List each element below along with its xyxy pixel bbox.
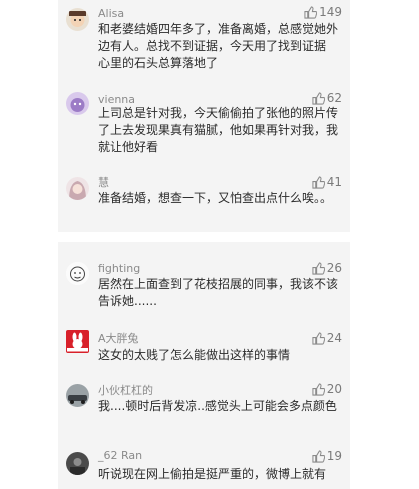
comment-username[interactable]: 慧 [98,174,109,190]
like-count: 26 [326,261,342,275]
like-button[interactable]: 19 [312,449,342,463]
comment-username[interactable]: 小伙杠杠的 [98,382,153,398]
like-count: 62 [326,91,342,105]
like-button[interactable]: 20 [312,382,342,396]
comment-item: 小伙杠杠的 20 我....顿时后背发凉..感觉头上可能会多点颜色 [58,378,350,433]
like-count: 20 [326,382,342,396]
comment-item: fighting 26 居然在上面查到了花枝招展的同事，我该不该告诉她.....… [58,258,350,308]
comment-text: 这女的太贱了怎么能做出这样的事情 [98,348,291,362]
comment-text: 准备结婚，想查一下，又怕查出点什么唉。。 [98,191,333,205]
comment-text: 我....顿时后背发凉..感觉头上可能会多点颜色 [98,399,337,413]
comment-username[interactable]: _62 Ran [98,449,142,462]
like-count: 24 [326,331,342,345]
like-button[interactable]: 26 [312,261,342,275]
comment-text: 上司总是针对我，今天偷偷拍了张他的照片传了上去发现果真有猫腻，他如果再针对我，我… [98,106,339,154]
like-count: 19 [326,449,342,463]
comment-item: 慧 41 准备结婚，想查一下，又怕查出点什么唉。。 [58,168,350,228]
sketch-face-avatar-icon[interactable] [66,262,89,285]
thumb-up-icon [312,175,325,189]
comment-card-bottom: fighting 26 居然在上面查到了花枝招展的同事，我该不该告诉她.....… [58,242,350,489]
thumb-up-icon [304,5,318,19]
thumb-up-icon [312,91,325,105]
like-button[interactable]: 41 [312,175,342,189]
comment-text: 和老婆结婚四年多了，准备离婚，总感觉她外边有人。总找不到证据，今天用了找到证据 … [98,22,339,70]
like-count: 41 [326,175,342,189]
comment-card-top: Alisa 149 和老婆结婚四年多了，准备离婚，总感觉她外边有人。总找不到证据… [58,0,350,232]
cartoon-face-avatar-icon[interactable] [66,8,89,31]
thumb-up-icon [312,382,325,396]
thumb-up-icon [312,261,325,275]
thumb-up-icon [312,331,325,345]
comment-item: A大胖兔 24 这女的太贱了怎么能做出这样的事情 [58,326,350,366]
comment-text: 居然在上面查到了花枝招展的同事，我该不该告诉她...... [98,277,339,308]
thumb-up-icon [312,449,325,463]
comment-text: 听说现在网上偷拍是挺严重的，微博上就有 [98,467,327,481]
comment-username[interactable]: A大胖兔 [98,330,139,346]
comments-screenshot: Alisa 149 和老婆结婚四年多了，准备离婚，总感觉她外边有人。总找不到证据… [0,0,419,489]
comment-username[interactable]: Alisa [98,7,124,20]
comment-username[interactable]: fighting [98,262,140,275]
anime-girl-avatar-icon[interactable] [66,177,89,200]
like-button[interactable]: 149 [304,5,342,19]
comment-item: Alisa 149 和老婆结婚四年多了，准备离婚，总感觉她外边有人。总找不到证据… [58,0,350,75]
like-button[interactable]: 24 [312,331,342,345]
car-photo-avatar-icon[interactable] [66,384,89,407]
purple-cartoon-avatar-icon[interactable] [66,92,89,115]
comment-item: _62 Ran 19 听说现在网上偷拍是挺严重的，微博上就有 [58,446,350,489]
comment-item: vienna 62 上司总是针对我，今天偷偷拍了张他的照片传了上去发现果真有猫腻… [58,84,350,159]
red-rabbit-logo-avatar-icon[interactable] [66,330,89,353]
like-button[interactable]: 62 [312,91,342,105]
dark-photo-avatar-icon[interactable] [66,452,89,475]
like-count: 149 [319,5,342,19]
